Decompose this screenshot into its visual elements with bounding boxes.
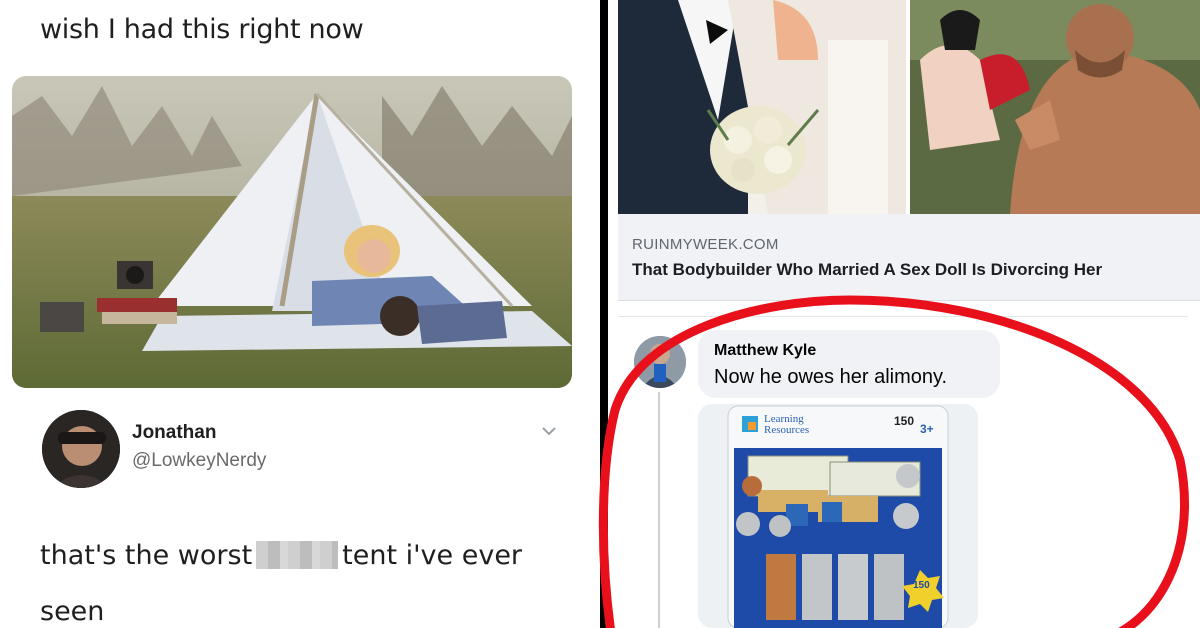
reply-after: tent i've ever [342, 540, 523, 571]
link-title[interactable]: That Bodybuilder Who Married A Sex Doll … [632, 260, 1102, 280]
tent-photo[interactable] [12, 76, 572, 388]
chevron-down-icon[interactable] [540, 422, 558, 440]
brand-line2: Resources [764, 424, 810, 436]
facebook-panel: RUINMYWEEK.COM That Bodybuilder Who Marr… [608, 0, 1200, 628]
author-handle[interactable]: @LowkeyNerdy [132, 450, 266, 472]
bodybuilder-photo[interactable] [910, 0, 1200, 214]
product-brand: Learning Resources [764, 414, 809, 436]
panel-divider [600, 0, 608, 628]
separator [618, 316, 1188, 317]
comment-bubble: Matthew Kyle Now he owes her alimony. [698, 330, 1000, 398]
tweet-text: wish I had this right now [40, 14, 364, 45]
wedding-photo[interactable] [618, 0, 906, 214]
reply-before: that's the worst [40, 540, 253, 571]
comment-text: Now he owes her alimony. [714, 366, 948, 388]
product-age: 3+ [920, 422, 934, 436]
author-name[interactable]: Jonathan [132, 422, 216, 444]
reply-line2: seen [40, 596, 105, 627]
reply-text: that's the worst tent i've ever seen [40, 528, 570, 628]
link-domain: RUINMYWEEK.COM [632, 236, 779, 253]
play-money-product-image[interactable]: Learning Resources 150 3+ 150 [698, 404, 978, 628]
sticker-count: 150 [913, 580, 930, 591]
comment-author[interactable]: Matthew Kyle [714, 342, 816, 360]
tweet-panel: wish I had this right now Jonathan @Lowk… [0, 0, 600, 628]
product-count: 150 [894, 414, 915, 428]
link-preview-card[interactable]: RUINMYWEEK.COM That Bodybuilder Who Marr… [618, 214, 1200, 301]
reply-thread-line [658, 392, 660, 628]
censor-block [256, 541, 339, 569]
commenter-avatar[interactable] [634, 336, 686, 388]
author-avatar[interactable] [42, 410, 120, 488]
